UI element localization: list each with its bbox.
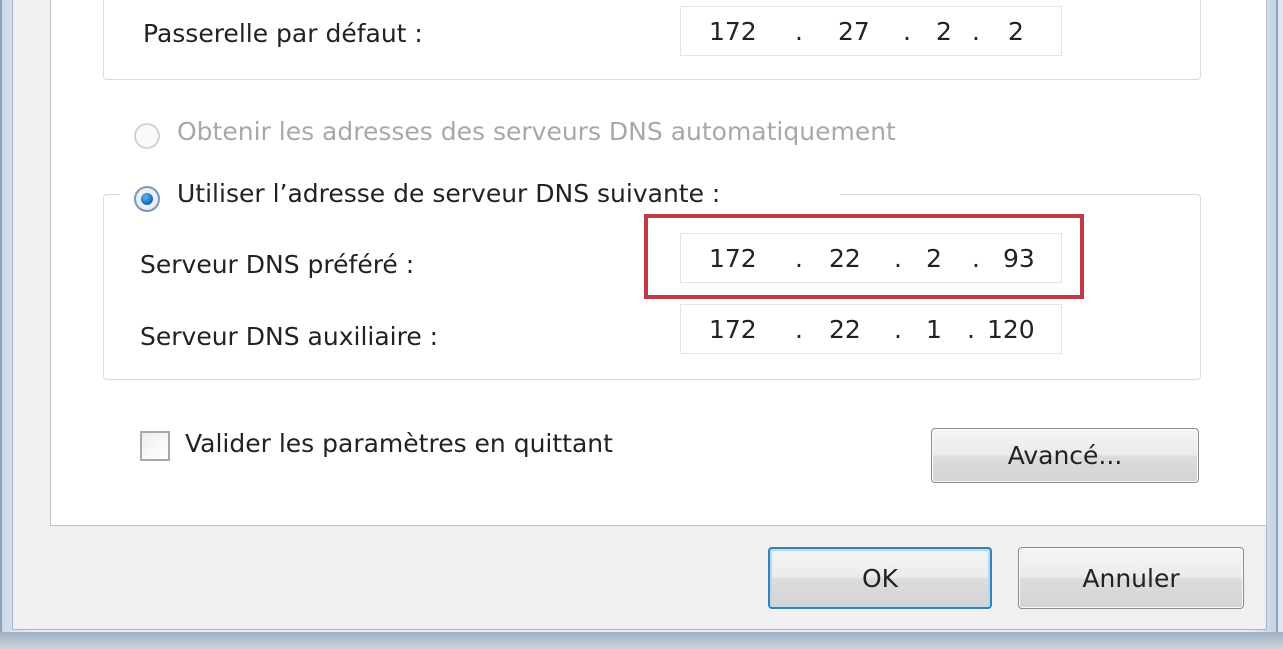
highlight-box [644, 214, 1084, 299]
gateway-dot-1: . [795, 17, 803, 46]
gateway-label: Passerelle par défaut : [143, 19, 423, 48]
validate-checkbox[interactable] [140, 431, 170, 461]
validate-label: Valider les paramètres en quittant [185, 429, 613, 458]
gateway-octet-4: 2 [1008, 17, 1024, 46]
alternate-dot-2: . [894, 315, 902, 344]
dns-auto-radio[interactable] [134, 123, 160, 149]
gateway-octet-3: 2 [936, 17, 952, 46]
dns-manual-label: Utiliser l’adresse de serveur DNS suivan… [177, 179, 721, 208]
alternate-octet-3: 1 [926, 315, 942, 344]
alternate-octet-4: 120 [987, 315, 1035, 344]
window-bottom-edge [0, 632, 1283, 649]
dns-auto-label: Obtenir les adresses des serveurs DNS au… [177, 117, 896, 146]
alternate-dot-1: . [795, 315, 803, 344]
alternate-octet-1: 172 [709, 315, 757, 344]
preferred-dns-label: Serveur DNS préféré : [140, 250, 415, 279]
ok-button[interactable]: OK [768, 547, 992, 609]
gateway-octet-2: 27 [838, 17, 870, 46]
advanced-button[interactable]: Avancé... [931, 428, 1199, 483]
alternate-octet-2: 22 [829, 315, 861, 344]
alternate-dns-field[interactable]: 172 . 22 . 1 . 120 [680, 304, 1062, 354]
alternate-dot-3: . [967, 315, 975, 344]
cancel-button[interactable]: Annuler [1018, 547, 1244, 609]
gateway-octet-1: 172 [709, 17, 757, 46]
dns-manual-radio[interactable] [134, 186, 160, 212]
gateway-ip-field[interactable]: 172 . 27 . 2 . 2 [680, 6, 1062, 56]
gateway-dot-3: . [972, 17, 980, 46]
gateway-dot-2: . [903, 17, 911, 46]
alternate-dns-label: Serveur DNS auxiliaire : [140, 322, 439, 351]
